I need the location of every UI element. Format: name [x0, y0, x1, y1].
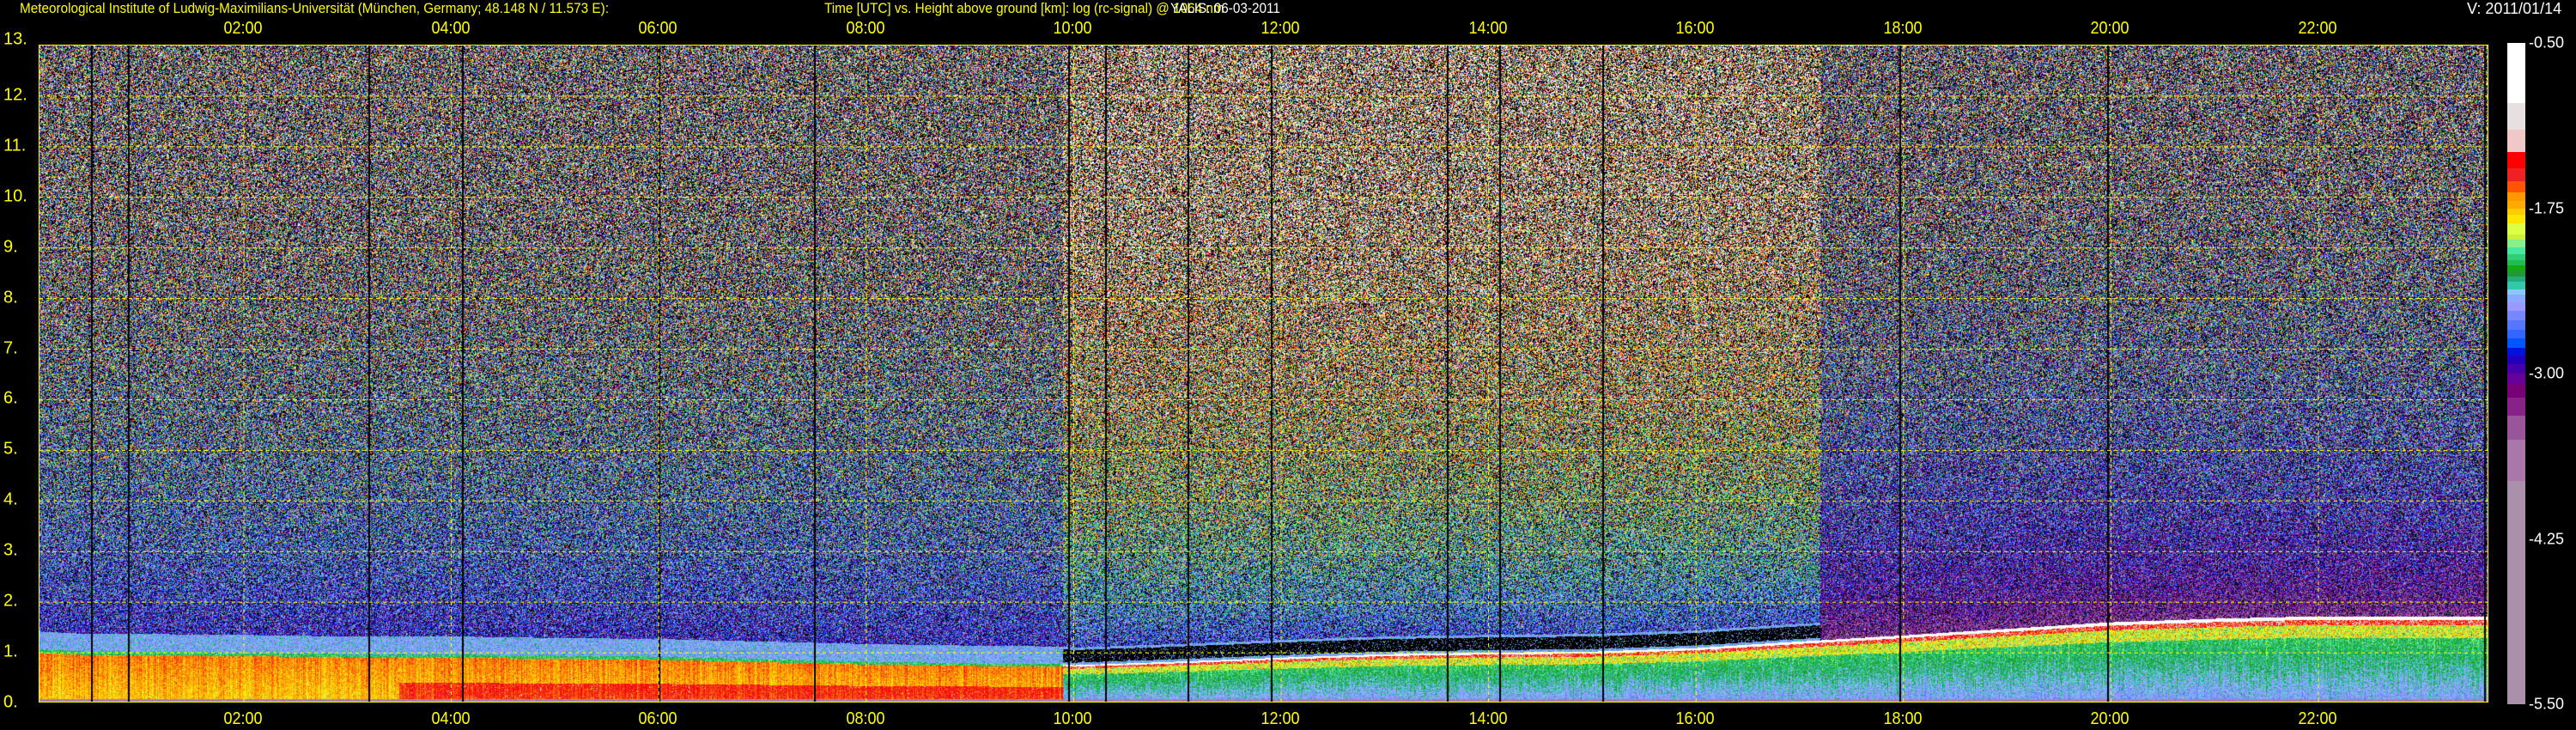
colorbar-segment — [2507, 301, 2525, 312]
colorbar-segment — [2507, 215, 2525, 224]
colorbar-segment — [2507, 130, 2525, 153]
x-tick-label-top: 02:00 — [223, 19, 263, 38]
colorbar-tick-label: -5.50 — [2529, 695, 2565, 713]
y-tick-label: 12. — [3, 85, 27, 105]
colorbar-segment — [2507, 167, 2525, 182]
x-tick-label-top: 08:00 — [846, 19, 885, 38]
y-tick-label: 9. — [3, 237, 18, 257]
colorbar-segment — [2507, 374, 2525, 385]
x-tick-label-top: 14:00 — [1468, 19, 1508, 38]
lidar-heatmap — [39, 46, 2488, 702]
x-tick-label-top: 20:00 — [2090, 19, 2129, 38]
y-tick-label: 2. — [3, 591, 18, 611]
colorbar-segment — [2507, 415, 2525, 441]
y-tick-label: 7. — [3, 338, 18, 358]
colorbar-segment — [2507, 152, 2525, 169]
colorbar-segment — [2507, 356, 2525, 365]
x-tick-label-top: 04:00 — [431, 19, 471, 38]
colorbar-segment — [2507, 181, 2525, 193]
y-tick-label: 0. — [3, 692, 18, 712]
colorbar-segment — [2507, 192, 2525, 202]
y-tick-label: 6. — [3, 388, 18, 408]
x-tick-label-top: 18:00 — [1883, 19, 1923, 38]
x-tick-label-bottom: 02:00 — [223, 709, 263, 728]
colorbar-tick-label: -3.00 — [2529, 364, 2565, 382]
y-tick-label: 13. — [3, 29, 27, 49]
x-tick-label-bottom: 12:00 — [1261, 709, 1300, 728]
x-tick-label-bottom: 22:00 — [2298, 709, 2337, 728]
version-label: V: 2011/01/14 — [2467, 0, 2562, 17]
colorbar-segment — [2507, 384, 2525, 398]
x-tick-label-bottom: 10:00 — [1053, 709, 1092, 728]
x-tick-label-top: 10:00 — [1053, 19, 1092, 38]
x-tick-label-top: 22:00 — [2298, 19, 2337, 38]
y-tick-label: 10. — [3, 186, 27, 206]
plot-area — [39, 45, 2488, 703]
y-tick-label: 11. — [3, 136, 27, 155]
colorbar-segment — [2507, 364, 2525, 374]
x-tick-label-top: 16:00 — [1675, 19, 1715, 38]
chart-title: Time [UTC] vs. Height above ground [km]:… — [824, 0, 1224, 16]
x-tick-label-bottom: 14:00 — [1468, 709, 1508, 728]
colorbar-segment — [2507, 330, 2525, 339]
x-tick-label-bottom: 20:00 — [2090, 709, 2129, 728]
colorbar-segment — [2507, 43, 2525, 104]
y-tick-label: 1. — [3, 642, 18, 661]
x-tick-label-bottom: 16:00 — [1675, 709, 1715, 728]
x-tick-label-top: 06:00 — [638, 19, 677, 38]
y-tick-label: 3. — [3, 540, 18, 560]
x-tick-label-bottom: 18:00 — [1883, 709, 1923, 728]
x-tick-label-bottom: 08:00 — [846, 709, 885, 728]
colorbar-segment — [2507, 223, 2525, 235]
y-tick-label: 8. — [3, 288, 18, 307]
colorbar-tick-label: -0.50 — [2529, 33, 2565, 52]
x-tick-label-bottom: 06:00 — [638, 709, 677, 728]
institute-label: Meteorological Institute of Ludwig-Maxim… — [20, 0, 609, 16]
colorbar-segment — [2507, 338, 2525, 349]
x-tick-label-top: 12:00 — [1261, 19, 1300, 38]
colorbar-segment — [2507, 440, 2525, 482]
colorbar-segment — [2507, 311, 2525, 321]
colorbar-tick-label: -4.25 — [2529, 530, 2565, 547]
colorbar-segment — [2507, 320, 2525, 331]
colorbar-tick-label: -1.75 — [2529, 199, 2565, 216]
y-tick-label: 4. — [3, 490, 18, 509]
colorbar-segment — [2507, 481, 2525, 705]
x-tick-label-bottom: 04:00 — [431, 709, 471, 728]
colorbar-segment — [2507, 103, 2525, 131]
y-tick-label: 5. — [3, 439, 18, 459]
instrument-date-label: YALIS: 06-03-2011 — [1170, 0, 1280, 16]
colorbar-segment — [2507, 398, 2525, 417]
